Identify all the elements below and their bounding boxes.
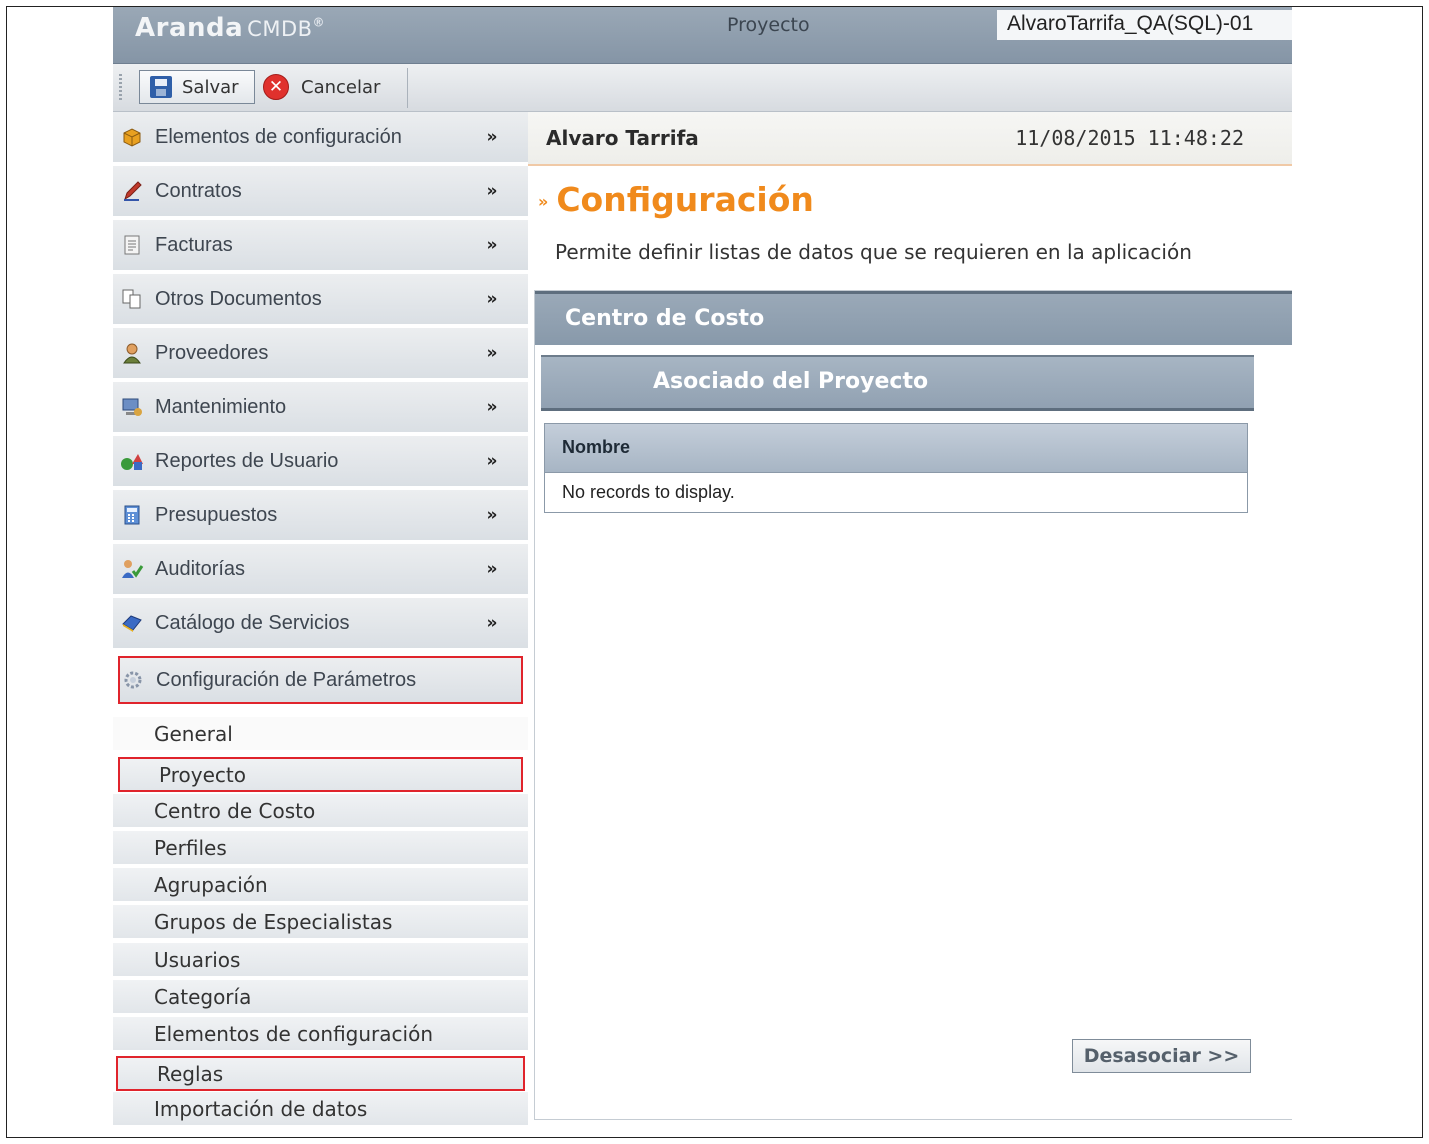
- column-header-nombre[interactable]: Nombre: [562, 437, 630, 458]
- chevron-right-icon: »: [538, 192, 549, 211]
- menu-item-presupuestos[interactable]: Presupuestos »: [113, 490, 528, 542]
- logo-registered: ®: [312, 15, 326, 30]
- chevron-down-icon: »: [486, 343, 498, 363]
- menu-item-auditorias[interactable]: Auditorías »: [113, 544, 528, 596]
- app-window: Aranda CMDB® Proyecto AlvaroTarrifa_QA(SQ…: [113, 7, 1292, 1127]
- invoice-icon: [119, 232, 145, 258]
- submenu-reglas[interactable]: Reglas: [116, 1056, 525, 1091]
- datetime: 11/08/2015 11:48:22: [1015, 126, 1244, 150]
- menu-item-elementos[interactable]: Elementos de configuración »: [113, 112, 528, 164]
- panel-header: Centro de Costo: [535, 291, 1292, 345]
- submenu-elementos-configuracion[interactable]: Elementos de configuración: [113, 1017, 528, 1052]
- toolbar: Salvar ✕ Cancelar: [113, 64, 1292, 112]
- menu-item-facturas[interactable]: Facturas »: [113, 220, 528, 272]
- cancel-button[interactable]: ✕ Cancelar: [261, 70, 383, 104]
- chevron-down-icon: »: [486, 613, 498, 633]
- logo-brand: Aranda: [135, 13, 244, 43]
- submenu-general[interactable]: General: [113, 717, 528, 752]
- submenu-centro-de-costo[interactable]: Centro de Costo: [113, 794, 528, 829]
- chevron-down-icon: »: [486, 181, 498, 201]
- menu-label: Proveedores: [155, 341, 269, 364]
- sidebar: Elementos de configuración » Contratos »…: [113, 112, 528, 1127]
- grid-empty-message: No records to display.: [562, 482, 735, 502]
- logo-product: CMDB: [247, 17, 313, 41]
- documents-icon: [119, 286, 145, 312]
- centro-costo-panel: Centro de Costo Asociado del Proyecto No…: [534, 290, 1292, 1120]
- submenu-agrupacion[interactable]: Agrupación: [113, 868, 528, 903]
- page-title: » Configuración: [538, 180, 814, 219]
- disassociate-button[interactable]: Desasociar >>: [1072, 1039, 1251, 1073]
- chevron-down-icon: »: [486, 289, 498, 309]
- app-header: Aranda CMDB® Proyecto AlvaroTarrifa_QA(SQ…: [113, 7, 1292, 64]
- user-name: Alvaro Tarrifa: [546, 126, 699, 150]
- chevron-down-icon: »: [486, 127, 498, 147]
- sub-panel-header: Asociado del Proyecto: [541, 355, 1254, 411]
- pencil-icon: [119, 178, 145, 204]
- header-section-title: Proyecto: [727, 14, 810, 36]
- menu-label: Presupuestos: [155, 503, 278, 526]
- reports-icon: [119, 448, 145, 474]
- gear-icon: [120, 667, 146, 693]
- chevron-down-icon: »: [486, 235, 498, 255]
- floppy-disk-icon: [150, 76, 172, 98]
- page-description: Permite definir listas de datos que se r…: [555, 240, 1192, 264]
- close-icon: ✕: [263, 74, 289, 100]
- toolbar-separator: [407, 68, 408, 108]
- menu-label: Configuración de Parámetros: [156, 668, 417, 691]
- chevron-down-icon: »: [486, 397, 498, 417]
- user-bar: Alvaro Tarrifa 11/08/2015 11:48:22: [528, 112, 1292, 166]
- submenu-proyecto[interactable]: Proyecto: [118, 757, 523, 792]
- submenu-perfiles[interactable]: Perfiles: [113, 831, 528, 866]
- grid-header: Nombre: [545, 424, 1247, 473]
- save-label: Salvar: [182, 76, 239, 98]
- chevron-down-icon: »: [486, 505, 498, 525]
- box-icon: [119, 124, 145, 150]
- menu-label: Reportes de Usuario: [155, 449, 339, 472]
- menu-item-reportes[interactable]: Reportes de Usuario »: [113, 436, 528, 488]
- panel-title: Centro de Costo: [565, 306, 765, 331]
- menu-item-catalogo[interactable]: Catálogo de Servicios »: [113, 598, 528, 650]
- submenu-categoria[interactable]: Categoría: [113, 980, 528, 1015]
- main-content: Alvaro Tarrifa 11/08/2015 11:48:22 » Conf…: [528, 112, 1292, 1120]
- sub-panel-title: Asociado del Proyecto: [653, 369, 929, 394]
- menu-item-proveedores[interactable]: Proveedores »: [113, 328, 528, 380]
- audit-icon: [119, 556, 145, 582]
- submenu-grupos-especialistas[interactable]: Grupos de Especialistas: [113, 905, 528, 940]
- menu-item-otros-documentos[interactable]: Otros Documentos »: [113, 274, 528, 326]
- associated-grid: Nombre No records to display.: [544, 423, 1248, 513]
- menu-item-contratos[interactable]: Contratos »: [113, 166, 528, 218]
- toolbar-grip[interactable]: [119, 74, 122, 100]
- chevron-down-icon: »: [486, 451, 498, 471]
- catalog-icon: [119, 610, 145, 636]
- connection-label: AlvaroTarrifa_QA(SQL)-01: [997, 10, 1292, 40]
- menu-label: Elementos de configuración: [155, 125, 402, 148]
- submenu-importacion-datos[interactable]: Importación de datos: [113, 1092, 528, 1127]
- menu-item-mantenimiento[interactable]: Mantenimiento »: [113, 382, 528, 434]
- menu-label: Catálogo de Servicios: [155, 611, 350, 634]
- person-icon: [119, 340, 145, 366]
- submenu-usuarios[interactable]: Usuarios: [113, 943, 528, 978]
- page-title-text: Configuración: [556, 180, 814, 219]
- chevron-down-icon: »: [486, 559, 498, 579]
- calculator-icon: [119, 502, 145, 528]
- menu-label: Mantenimiento: [155, 395, 287, 418]
- menu-label: Facturas: [155, 233, 233, 256]
- app-logo: Aranda CMDB®: [135, 13, 325, 43]
- menu-label: Auditorías: [155, 557, 246, 580]
- menu-item-configuracion-parametros[interactable]: Configuración de Parámetros: [118, 656, 523, 704]
- cancel-label: Cancelar: [301, 76, 381, 98]
- computer-icon: [119, 394, 145, 420]
- menu-label: Otros Documentos: [155, 287, 322, 310]
- menu-label: Contratos: [155, 179, 242, 202]
- save-button[interactable]: Salvar: [139, 70, 255, 104]
